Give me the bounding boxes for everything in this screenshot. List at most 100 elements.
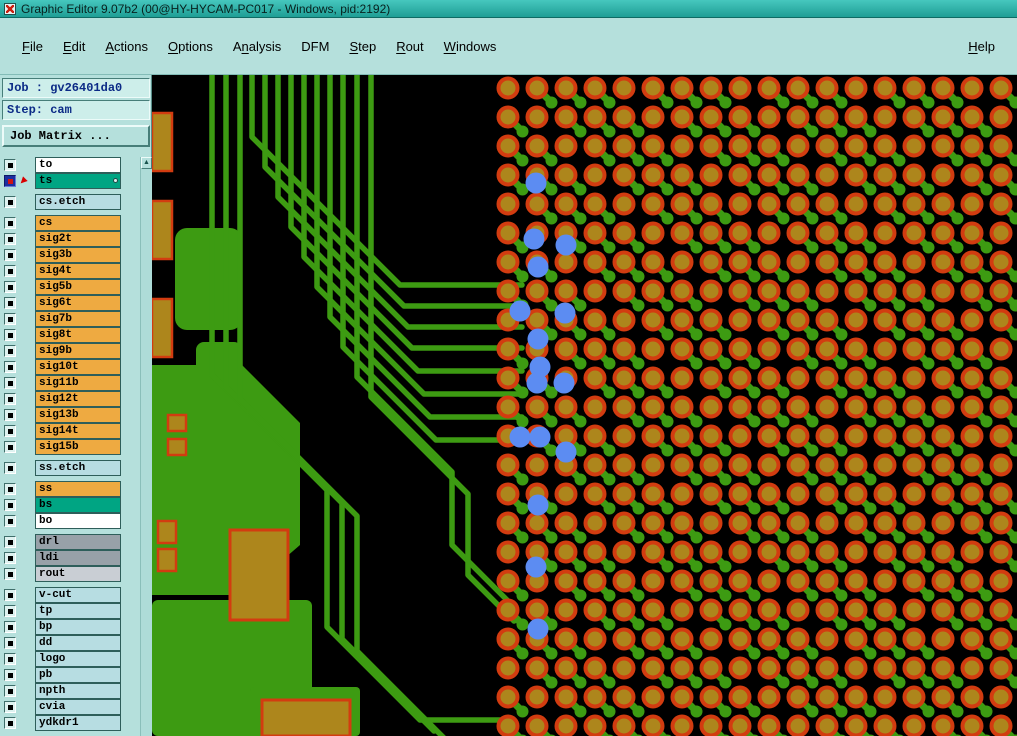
layer-name-sig15b[interactable]: sig15b [35,439,121,455]
menu-windows[interactable]: Windows [434,34,507,59]
layer-row-ss.etch[interactable]: ss.etch [2,460,138,476]
layer-name-sig4t[interactable]: sig4t [35,263,121,279]
layer-row-ldi[interactable]: ldi [2,550,138,566]
layer-row-npth[interactable]: npth [2,683,138,699]
layer-row-tp[interactable]: tp [2,603,138,619]
layer-row-sig2t[interactable]: sig2t [2,231,138,247]
layer-visibility-checkbox[interactable] [4,409,16,421]
layer-visibility-checkbox[interactable] [4,425,16,437]
layer-visibility-checkbox[interactable] [4,377,16,389]
layer-row-logo[interactable]: logo [2,651,138,667]
layer-visibility-checkbox[interactable] [4,233,16,245]
layer-scrollbar[interactable]: ▲ [140,157,152,736]
menu-help[interactable]: Help [958,34,1005,59]
layer-row-sig14t[interactable]: sig14t [2,423,138,439]
job-matrix-button[interactable]: Job Matrix ... [2,125,150,147]
layer-row-bs[interactable]: bs [2,497,138,513]
layer-name-tp[interactable]: tp [35,603,121,619]
pcb-canvas-area[interactable] [152,75,1017,736]
layer-visibility-checkbox[interactable] [4,441,16,453]
menu-options[interactable]: Options [158,34,223,59]
layer-visibility-checkbox[interactable] [4,281,16,293]
layer-visibility-checkbox[interactable] [4,313,16,325]
layer-visibility-checkbox[interactable] [4,329,16,341]
layer-row-sig12t[interactable]: sig12t [2,391,138,407]
layer-visibility-checkbox[interactable] [4,499,16,511]
layer-visibility-checkbox[interactable] [4,701,16,713]
layer-row-dd[interactable]: dd [2,635,138,651]
layer-name-npth[interactable]: npth [35,683,121,699]
layer-name-sig13b[interactable]: sig13b [35,407,121,423]
layer-row-sig4t[interactable]: sig4t [2,263,138,279]
layer-name-dd[interactable]: dd [35,635,121,651]
layer-name-sig5b[interactable]: sig5b [35,279,121,295]
menu-analysis[interactable]: Analysis [223,34,291,59]
layer-name-ldi[interactable]: ldi [35,550,121,566]
layer-name-sig2t[interactable]: sig2t [35,231,121,247]
layer-name-ss.etch[interactable]: ss.etch [35,460,121,476]
layer-row-sig9b[interactable]: sig9b [2,343,138,359]
layer-visibility-checkbox[interactable] [4,462,16,474]
layer-visibility-checkbox[interactable] [4,685,16,697]
layer-name-v-cut[interactable]: v-cut [35,587,121,603]
menu-file[interactable]: File [12,34,53,59]
layer-visibility-checkbox[interactable] [4,669,16,681]
layer-row-to[interactable]: to [2,157,138,173]
layer-visibility-checkbox[interactable] [4,345,16,357]
layer-visibility-checkbox[interactable] [4,515,16,527]
layer-row-ts[interactable]: ◄ ts [2,173,138,189]
layer-visibility-checkbox[interactable] [4,568,16,580]
layer-visibility-checkbox[interactable] [4,175,16,187]
menu-rout[interactable]: Rout [386,34,433,59]
layer-row-sig13b[interactable]: sig13b [2,407,138,423]
layer-name-sig12t[interactable]: sig12t [35,391,121,407]
layer-name-ts[interactable]: ts [35,173,121,189]
layer-visibility-checkbox[interactable] [4,621,16,633]
layer-row-ss[interactable]: ss [2,481,138,497]
layer-visibility-checkbox[interactable] [4,393,16,405]
layer-name-sig8t[interactable]: sig8t [35,327,121,343]
menu-dfm[interactable]: DFM [291,34,339,59]
layer-row-sig5b[interactable]: sig5b [2,279,138,295]
layer-row-sig7b[interactable]: sig7b [2,311,138,327]
layer-name-cs[interactable]: cs [35,215,121,231]
layer-row-ydkdr1[interactable]: ydkdr1 [2,715,138,731]
layer-visibility-checkbox[interactable] [4,265,16,277]
layer-visibility-checkbox[interactable] [4,552,16,564]
scroll-up-button[interactable]: ▲ [141,157,152,169]
layer-name-rout[interactable]: rout [35,566,121,582]
layer-row-sig10t[interactable]: sig10t [2,359,138,375]
layer-visibility-checkbox[interactable] [4,196,16,208]
layer-row-cvia[interactable]: cvia [2,699,138,715]
layer-visibility-checkbox[interactable] [4,589,16,601]
layer-visibility-checkbox[interactable] [4,217,16,229]
layer-visibility-checkbox[interactable] [4,361,16,373]
layer-row-cs[interactable]: cs [2,215,138,231]
layer-name-drl[interactable]: drl [35,534,121,550]
layer-name-ss[interactable]: ss [35,481,121,497]
layer-visibility-checkbox[interactable] [4,536,16,548]
layer-name-ydkdr1[interactable]: ydkdr1 [35,715,121,731]
layer-row-drl[interactable]: drl [2,534,138,550]
layer-name-sig10t[interactable]: sig10t [35,359,121,375]
layer-visibility-checkbox[interactable] [4,249,16,261]
layer-row-rout[interactable]: rout [2,566,138,582]
layer-row-bo[interactable]: bo [2,513,138,529]
layer-name-bp[interactable]: bp [35,619,121,635]
layer-visibility-checkbox[interactable] [4,637,16,649]
layer-name-to[interactable]: to [35,157,121,173]
layer-name-sig9b[interactable]: sig9b [35,343,121,359]
layer-row-sig8t[interactable]: sig8t [2,327,138,343]
layer-visibility-checkbox[interactable] [4,297,16,309]
layer-row-sig11b[interactable]: sig11b [2,375,138,391]
layer-name-cvia[interactable]: cvia [35,699,121,715]
layer-name-sig7b[interactable]: sig7b [35,311,121,327]
layer-name-sig6t[interactable]: sig6t [35,295,121,311]
menu-step[interactable]: Step [339,34,386,59]
layer-row-sig3b[interactable]: sig3b [2,247,138,263]
pcb-canvas[interactable] [152,75,1017,736]
layer-visibility-checkbox[interactable] [4,717,16,729]
layer-visibility-checkbox[interactable] [4,159,16,171]
layer-visibility-checkbox[interactable] [4,653,16,665]
menu-edit[interactable]: Edit [53,34,95,59]
